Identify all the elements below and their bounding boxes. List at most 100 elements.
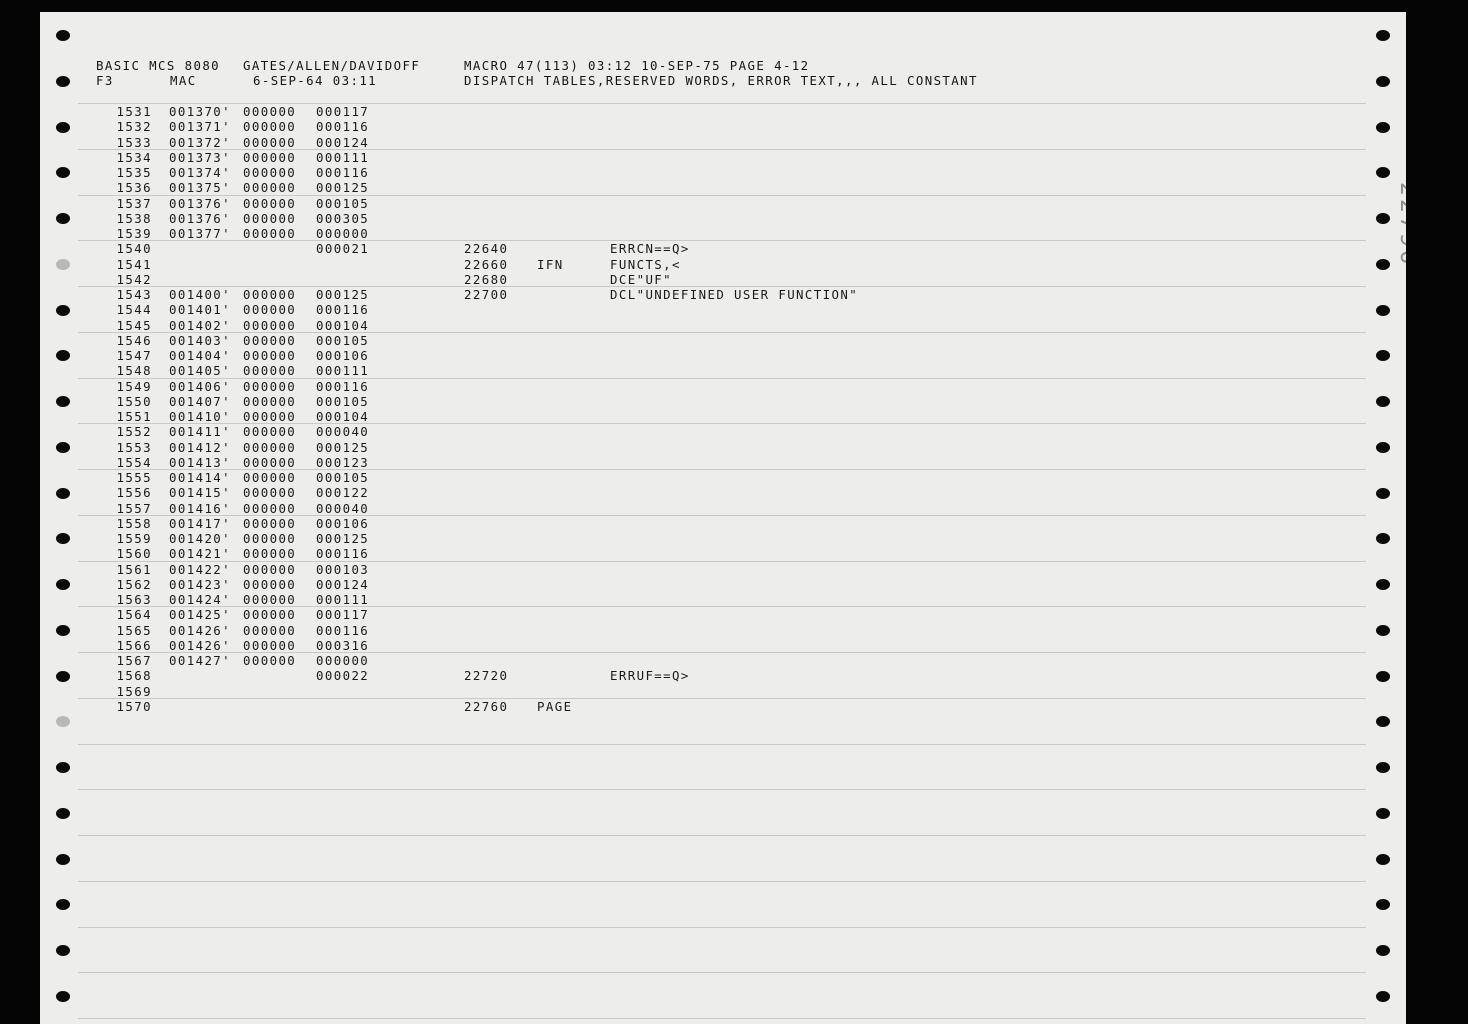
source-line-number: 22680 — [464, 271, 509, 287]
address: 001426' — [169, 637, 232, 653]
feed-hole — [56, 579, 70, 590]
high-word: 000000 — [243, 378, 297, 394]
feed-hole — [1376, 350, 1390, 361]
line-number: 1546 — [116, 332, 152, 348]
value-word: 000305 — [316, 210, 370, 226]
address: 001372' — [169, 134, 232, 150]
margin-handwritten-note: 22796 — [1395, 182, 1406, 267]
feed-hole — [1376, 442, 1390, 453]
value-word: 000000 — [316, 226, 370, 241]
header-section-title: DISPATCH TABLES,RESERVED WORDS, ERROR TE… — [464, 73, 978, 88]
line-number: 1538 — [116, 210, 152, 226]
high-word: 000000 — [243, 226, 297, 241]
line-number: 1541 — [116, 256, 152, 272]
value-word: 000106 — [316, 348, 370, 363]
address: 001376' — [169, 195, 232, 211]
high-word: 000000 — [243, 531, 297, 546]
feed-hole — [56, 991, 70, 1002]
high-word: 000000 — [243, 149, 297, 165]
opcode: PAGE — [537, 698, 573, 714]
feed-hole — [56, 167, 70, 178]
high-word: 000000 — [243, 592, 297, 607]
high-word: 000000 — [243, 470, 297, 485]
header-file-ext: MAC — [170, 73, 197, 88]
line-number: 1557 — [116, 500, 152, 516]
high-word: 000000 — [243, 195, 297, 211]
address: 001425' — [169, 607, 232, 623]
line-number: 1560 — [116, 546, 152, 562]
feed-hole — [56, 442, 70, 453]
rule-line — [78, 744, 1366, 745]
value-word: 000105 — [316, 195, 370, 211]
high-word: 000000 — [243, 393, 297, 409]
address: 001413' — [169, 454, 232, 470]
value-word: 000116 — [316, 622, 370, 638]
value-word: 000022 — [316, 668, 370, 684]
feed-hole — [56, 76, 70, 87]
line-number: 1568 — [116, 668, 152, 684]
rule-line — [78, 835, 1366, 836]
high-word: 000000 — [243, 210, 297, 226]
address: 001421' — [169, 546, 232, 562]
address: 001371' — [169, 119, 232, 135]
line-number: 1558 — [116, 515, 152, 531]
feed-hole — [56, 808, 70, 819]
line-number: 1539 — [116, 226, 152, 241]
operand: ERRUF==Q> — [610, 668, 690, 684]
source-line-number: 22660 — [464, 256, 509, 272]
opcode: IFN — [537, 256, 564, 272]
feed-hole — [1376, 76, 1390, 87]
feed-hole — [1376, 488, 1390, 499]
header-program: BASIC MCS 8080 — [96, 58, 221, 73]
high-word: 000000 — [243, 637, 297, 653]
source-line-number: 22720 — [464, 668, 509, 684]
feed-hole — [56, 625, 70, 636]
address: 001410' — [169, 409, 232, 424]
high-word: 000000 — [243, 576, 297, 592]
value-word: 000125 — [316, 439, 370, 455]
feed-hole — [56, 350, 70, 361]
value-word: 000116 — [316, 302, 370, 318]
value-word: 000111 — [316, 363, 370, 379]
line-number: 1551 — [116, 409, 152, 424]
address: 001403' — [169, 332, 232, 348]
line-number: 1569 — [116, 683, 152, 699]
value-word: 000117 — [316, 104, 370, 119]
address: 001375' — [169, 180, 232, 196]
address: 001426' — [169, 622, 232, 638]
line-number: 1542 — [116, 271, 152, 287]
high-word: 000000 — [243, 424, 297, 440]
feed-hole — [56, 671, 70, 682]
address: 001424' — [169, 592, 232, 607]
address: 001374' — [169, 165, 232, 180]
feed-hole — [56, 396, 70, 407]
value-word: 000125 — [316, 531, 370, 546]
high-word: 000000 — [243, 454, 297, 470]
value-word: 000104 — [316, 317, 370, 333]
high-word: 000000 — [243, 515, 297, 531]
feed-hole — [1376, 716, 1390, 727]
rule-line — [78, 789, 1366, 790]
feed-hole — [56, 945, 70, 956]
line-number: 1556 — [116, 485, 152, 501]
feed-hole — [1376, 122, 1390, 133]
feed-hole — [1376, 579, 1390, 590]
operand: ERRCN==Q> — [610, 241, 690, 257]
address: 001404' — [169, 348, 232, 363]
feed-hole — [1376, 259, 1390, 270]
rule-line — [78, 1018, 1366, 1019]
high-word: 000000 — [243, 409, 297, 424]
high-word: 000000 — [243, 363, 297, 379]
header-authors: GATES/ALLEN/DAVIDOFF — [243, 58, 421, 73]
value-word: 000111 — [316, 149, 370, 165]
address: 001420' — [169, 531, 232, 546]
address: 001402' — [169, 317, 232, 333]
line-number: 1562 — [116, 576, 152, 592]
feed-hole — [56, 762, 70, 773]
value-word: 000316 — [316, 637, 370, 653]
line-number: 1548 — [116, 363, 152, 379]
high-word: 000000 — [243, 485, 297, 501]
feed-hole — [56, 259, 70, 270]
feed-hole — [1376, 30, 1390, 41]
operand: FUNCTS,< — [610, 256, 681, 272]
